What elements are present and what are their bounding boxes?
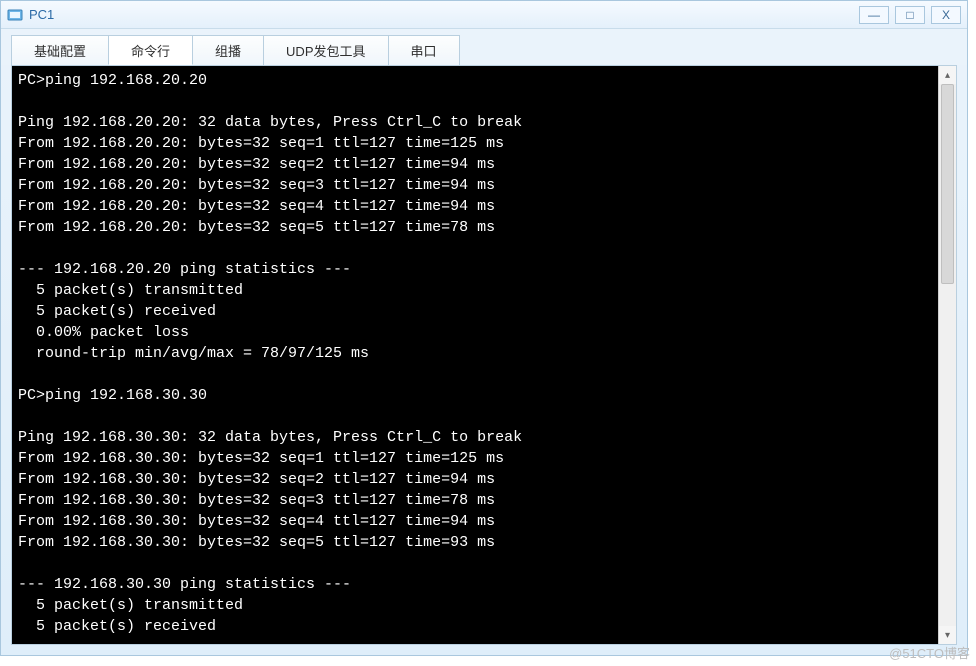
scroll-track[interactable]	[939, 84, 956, 626]
tab-command-line[interactable]: 命令行	[108, 35, 193, 65]
scrollbar[interactable]: ▴ ▾	[938, 66, 956, 644]
terminal-output[interactable]: PC>ping 192.168.20.20 Ping 192.168.20.20…	[12, 66, 938, 644]
scroll-down-icon[interactable]: ▾	[939, 626, 956, 644]
tab-serial[interactable]: 串口	[388, 35, 460, 65]
app-window: PC1 — □ X 基础配置 命令行 组播 UDP发包工具 串口 PC>ping…	[0, 0, 968, 656]
tab-udp-tool[interactable]: UDP发包工具	[263, 35, 388, 65]
scroll-thumb[interactable]	[941, 84, 954, 284]
window-controls: — □ X	[859, 6, 961, 24]
minimize-button[interactable]: —	[859, 6, 889, 24]
tab-bar: 基础配置 命令行 组播 UDP发包工具 串口	[1, 29, 967, 65]
app-icon	[7, 7, 23, 23]
terminal-panel: PC>ping 192.168.20.20 Ping 192.168.20.20…	[11, 65, 957, 645]
scroll-up-icon[interactable]: ▴	[939, 66, 956, 84]
maximize-button[interactable]: □	[895, 6, 925, 24]
tab-multicast[interactable]: 组播	[192, 35, 264, 65]
titlebar: PC1 — □ X	[1, 1, 967, 29]
close-button[interactable]: X	[931, 6, 961, 24]
window-title: PC1	[29, 7, 859, 22]
tab-basic-config[interactable]: 基础配置	[11, 35, 109, 65]
